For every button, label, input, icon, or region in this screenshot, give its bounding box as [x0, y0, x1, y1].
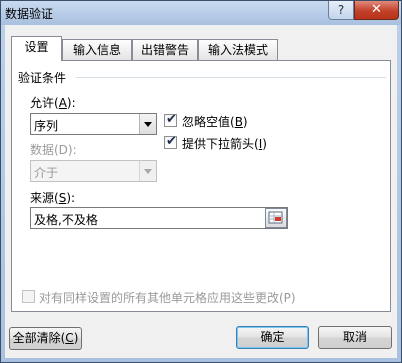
dialog-body: 设置 输入信息 出错警告 输入法模式 验证条件 允许(A): 序列 数据(D): — [5, 25, 397, 358]
apply-all-checkbox[interactable] — [22, 290, 35, 303]
chevron-down-icon — [144, 169, 152, 174]
ok-button[interactable]: 确定 — [236, 326, 309, 349]
group-divider — [76, 77, 386, 78]
source-label: 来源(S): — [30, 191, 76, 205]
tab-ime-mode-label: 输入法模式 — [207, 43, 268, 57]
data-label: 数据(D): — [30, 143, 77, 157]
data-select[interactable]: 介于 — [30, 160, 157, 182]
allow-select[interactable]: 序列 — [30, 113, 157, 135]
ignore-blank-checkbox[interactable]: ✔ — [164, 112, 177, 127]
clear-all-button[interactable]: 全部清除(C) — [9, 327, 82, 350]
allow-dropdown-arrow[interactable] — [139, 114, 156, 134]
tab-settings-label: 设置 — [24, 40, 49, 54]
range-selector-button[interactable] — [265, 208, 287, 228]
data-validation-dialog: 数据验证 ? ✕ 设置 输入信息 出错警告 输入法模式 验证条件 允许(A): — [0, 0, 402, 363]
cancel-button[interactable]: 取消 — [318, 326, 392, 349]
settings-panel: 验证条件 允许(A): 序列 数据(D): 介于 ✔ 忽略空值(B) ✔ 提供下… — [11, 60, 391, 312]
chevron-down-icon — [144, 122, 152, 127]
validation-criteria-heading: 验证条件 — [18, 71, 67, 85]
checkmark-icon: ✔ — [166, 112, 177, 127]
tab-ime-mode[interactable]: 输入法模式 — [198, 39, 278, 60]
allow-value: 序列 — [34, 119, 59, 133]
allow-label: 允许(A): — [30, 96, 76, 110]
help-button[interactable]: ? — [328, 1, 354, 20]
tab-input-message-label: 输入信息 — [72, 43, 121, 57]
in-cell-dropdown-label: 提供下拉箭头(I) — [182, 137, 267, 151]
title-bar: 数据验证 ? ✕ — [1, 1, 401, 25]
tab-error-alert[interactable]: 出错警告 — [132, 39, 198, 60]
apply-all-label: 对有同样设置的所有其他单元格应用这些更改(P) — [39, 291, 296, 305]
close-button[interactable]: ✕ — [354, 1, 399, 20]
data-dropdown-arrow[interactable] — [139, 161, 156, 181]
data-value: 介于 — [34, 166, 59, 180]
tab-settings[interactable]: 设置 — [11, 36, 62, 61]
range-select-icon — [268, 211, 283, 224]
tab-input-message[interactable]: 输入信息 — [62, 39, 132, 60]
close-icon: ✕ — [371, 2, 382, 17]
in-cell-dropdown-checkbox[interactable]: ✔ — [164, 134, 177, 149]
dialog-title: 数据验证 — [5, 7, 54, 21]
source-value: 及格,不及格 — [34, 213, 98, 227]
checkmark-icon: ✔ — [166, 134, 177, 149]
ignore-blank-label: 忽略空值(B) — [182, 115, 248, 129]
tab-error-alert-label: 出错警告 — [140, 43, 189, 57]
source-input[interactable]: 及格,不及格 — [30, 207, 288, 229]
